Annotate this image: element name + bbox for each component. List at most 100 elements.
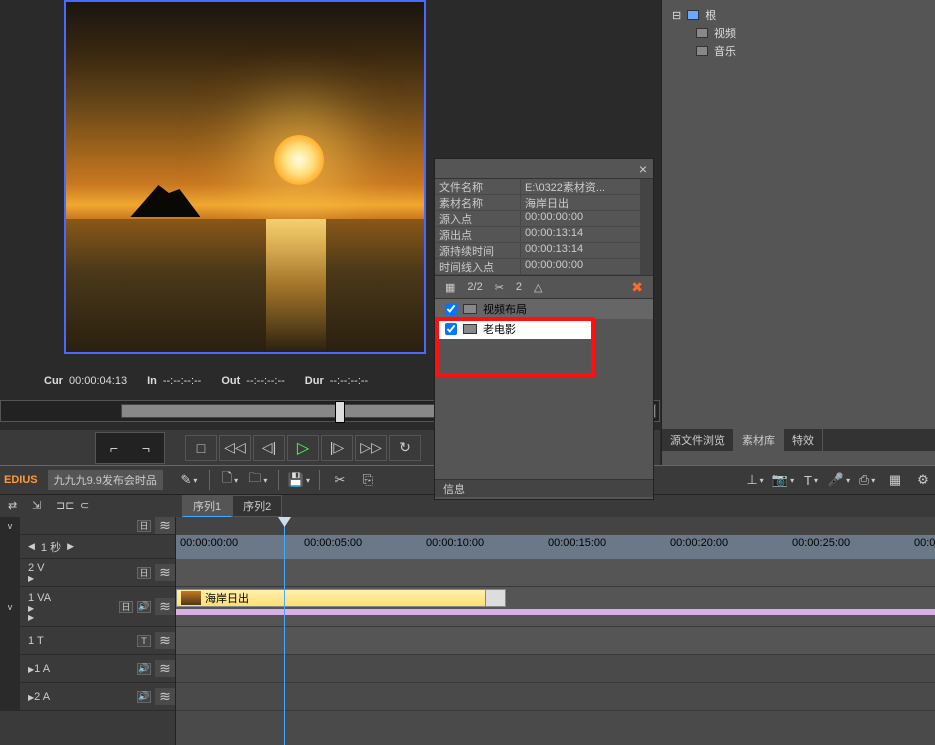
close-icon[interactable]: × xyxy=(639,161,647,177)
fx-count: 2/2 xyxy=(467,281,482,293)
info-scrollbar[interactable] xyxy=(640,179,653,275)
info-panel-header[interactable]: × xyxy=(435,159,653,179)
copy-button[interactable]: ⎘ xyxy=(356,469,380,491)
right-panel-tabs: 源文件浏览 素材库 特效 xyxy=(662,429,935,451)
timeline-tracks[interactable]: 00:00:00:00 00:00:05:00 00:00:10:00 00:0… xyxy=(176,517,935,745)
rewind-button[interactable]: ◁◁ xyxy=(219,435,251,461)
sequence-tabs: 序列1 序列2 xyxy=(182,495,282,517)
layout-button[interactable]: ▦ xyxy=(883,469,907,491)
save-button[interactable]: 💾▾ xyxy=(287,469,311,491)
speaker-icon[interactable]: 🔊 xyxy=(137,663,151,675)
info-key: 时间线入点 xyxy=(435,259,521,274)
tree-label: 视频 xyxy=(714,25,736,41)
track-header-v2[interactable]: 2 V▶ 日 ≋ xyxy=(0,559,175,587)
in-time: --:--:--:-- xyxy=(163,375,201,387)
track-name: 1 T xyxy=(20,635,137,647)
timeline-ruler[interactable]: 00:00:00:00 00:00:05:00 00:00:10:00 00:0… xyxy=(176,535,935,559)
lock-icon[interactable]: 日 xyxy=(119,601,133,613)
prev-frame-button[interactable]: ◁| xyxy=(253,435,285,461)
scale-header[interactable]: ◀1 秒▶ xyxy=(0,535,175,559)
track-name: 2 A xyxy=(34,691,50,703)
fx-label: 视频布局 xyxy=(483,301,527,317)
tree-label: 根 xyxy=(705,7,716,23)
track-v2[interactable] xyxy=(176,559,935,587)
ruler-tick: 00:00:00:00 xyxy=(180,537,238,549)
tool-button[interactable]: ⊥▾ xyxy=(743,469,767,491)
bin-tree: ⊟根 视频 音乐 xyxy=(662,0,935,66)
title-button[interactable]: T▾ xyxy=(799,469,823,491)
timeline-clip[interactable]: 海岸日出 xyxy=(176,589,506,607)
track-header-va1[interactable]: v 1 VA▶▶ 日🔊 ≋ xyxy=(0,587,175,627)
info-key: 源出点 xyxy=(435,227,521,242)
playhead[interactable] xyxy=(284,517,285,745)
tab-effects[interactable]: 特效 xyxy=(784,429,823,451)
track-header-a1[interactable]: ▶1 A 🔊 ≋ xyxy=(0,655,175,683)
sequence-tab[interactable]: 序列1 xyxy=(182,495,232,517)
preview-window[interactable] xyxy=(64,0,426,354)
scale-right-icon[interactable]: ▶ xyxy=(67,541,74,552)
sequence-tab[interactable]: 序列2 xyxy=(232,495,282,517)
settings-button[interactable]: ⚙ xyxy=(911,469,935,491)
track-header-a2[interactable]: ▶2 A 🔊 ≋ xyxy=(0,683,175,711)
forward-button[interactable]: ▷▷ xyxy=(355,435,387,461)
mode-icon[interactable]: ⇄ xyxy=(8,499,26,513)
tab-bin[interactable]: 素材库 xyxy=(734,429,784,451)
export-button[interactable]: ⎙▾ xyxy=(855,469,879,491)
mark-in-button[interactable]: ⌐ xyxy=(98,435,130,461)
fx-toolbar: ▦ 2/2 ✂ 2 △ ✖ xyxy=(435,275,653,299)
snap-icon[interactable]: ⊐⊏ xyxy=(56,499,74,513)
scale-left-icon[interactable]: ◀ xyxy=(28,541,35,552)
magnet-icon[interactable]: ⊂ xyxy=(80,499,98,513)
track-a2[interactable] xyxy=(176,683,935,711)
lock-icon[interactable]: 日 xyxy=(137,520,151,532)
mode-icon[interactable]: ⇲ xyxy=(32,499,50,513)
folder-button[interactable]: 🗀▾ xyxy=(246,469,270,491)
film-icon: ▦ xyxy=(445,281,455,294)
play-button[interactable]: ▷ xyxy=(287,435,319,461)
fx-checkbox[interactable] xyxy=(445,303,457,315)
track-name: 1 A xyxy=(34,663,50,675)
next-frame-button[interactable]: |▷ xyxy=(321,435,353,461)
tree-root[interactable]: ⊟根 xyxy=(672,6,925,24)
expand-icon[interactable]: ≋ xyxy=(155,564,175,581)
speaker-icon[interactable]: 🔊 xyxy=(137,691,151,703)
track-header-t1[interactable]: 1 T T ≋ xyxy=(0,627,175,655)
track-va1[interactable]: 海岸日出 xyxy=(176,587,935,627)
expand-icon[interactable]: ≋ xyxy=(155,632,175,649)
stop-button[interactable]: □ xyxy=(185,435,217,461)
scissors-icon[interactable]: ✂ xyxy=(495,281,504,294)
expand-icon[interactable]: ≋ xyxy=(155,688,175,705)
info-footer-label: 信息 xyxy=(443,481,465,497)
info-val: 00:00:00:00 xyxy=(521,211,640,226)
v-icon[interactable]: v xyxy=(0,517,20,534)
cut-button[interactable]: ✂ xyxy=(328,469,352,491)
speaker-icon[interactable]: 🔊 xyxy=(137,601,151,613)
dur-label: Dur xyxy=(305,375,324,387)
scrub-head[interactable] xyxy=(335,401,345,423)
lock-icon[interactable]: 日 xyxy=(137,567,151,579)
expand-icon[interactable]: ≋ xyxy=(155,517,175,534)
track-a1[interactable] xyxy=(176,655,935,683)
track-t1[interactable] xyxy=(176,627,935,655)
preview-image xyxy=(66,2,424,352)
new-button[interactable]: ✎▾ xyxy=(177,469,201,491)
camera-button[interactable]: 📷▾ xyxy=(771,469,795,491)
audio-button[interactable]: 🎤▾ xyxy=(827,469,851,491)
title-icon[interactable]: T xyxy=(137,635,151,647)
open-button[interactable]: 🗋▾ xyxy=(218,469,242,491)
app-label: EDIUS xyxy=(4,474,38,486)
v-master-header[interactable]: v 日 ≋ xyxy=(0,517,175,535)
tab-source-browse[interactable]: 源文件浏览 xyxy=(662,429,734,451)
bin-icon xyxy=(696,28,708,38)
fx-item[interactable]: 视频布局 xyxy=(435,299,653,319)
mark-out-button[interactable]: ¬ xyxy=(130,435,162,461)
triangle-icon[interactable]: △ xyxy=(534,281,542,294)
expand-icon[interactable]: ≋ xyxy=(155,598,175,615)
tree-item[interactable]: 视频 xyxy=(672,24,925,42)
expand-icon[interactable]: ≋ xyxy=(155,660,175,677)
loop-button[interactable]: ↻ xyxy=(389,435,421,461)
tree-item[interactable]: 音乐 xyxy=(672,42,925,60)
delete-icon[interactable]: ✖ xyxy=(631,279,643,296)
track-name: 2 V xyxy=(28,562,45,574)
v-icon[interactable]: v xyxy=(0,587,20,626)
